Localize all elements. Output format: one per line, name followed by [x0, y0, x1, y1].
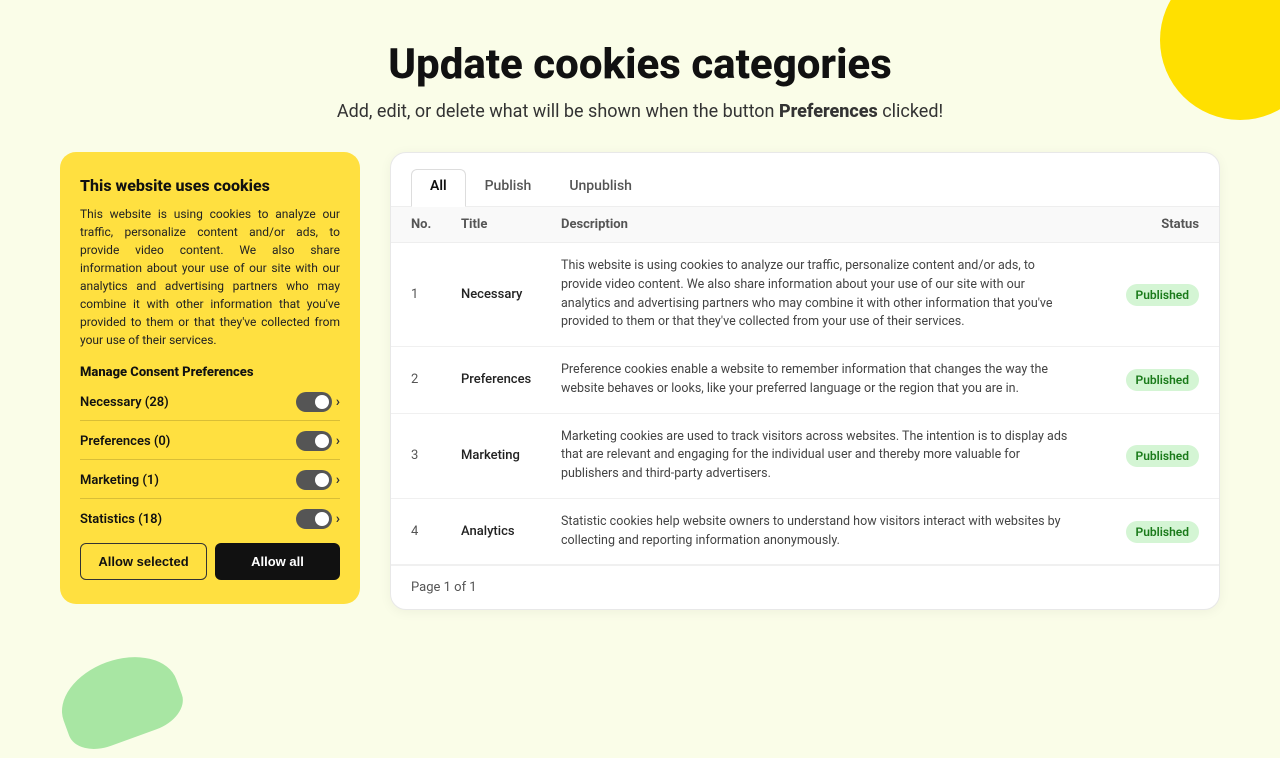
table-header: No. Title Description Status: [391, 207, 1219, 243]
table-footer: Page 1 of 1: [391, 565, 1219, 609]
cell-title-1: Necessary: [461, 287, 561, 302]
decorative-blob: [50, 642, 190, 758]
subtitle-post: clicked!: [882, 101, 943, 122]
allow-selected-button[interactable]: Allow selected: [80, 543, 207, 580]
tab-unpublish[interactable]: Unpublish: [550, 169, 651, 207]
chevron-right-preferences[interactable]: ›: [336, 433, 340, 449]
consent-label-statistics: Statistics (18): [80, 512, 162, 527]
cell-title-2: Preferences: [461, 372, 561, 387]
toggle-necessary[interactable]: [296, 392, 332, 412]
consent-label-necessary: Necessary (28): [80, 395, 169, 410]
cell-no-2: 2: [411, 372, 461, 387]
cookie-consent-card: This website uses cookies This website i…: [60, 152, 360, 604]
cell-desc-4: Statistic cookies help website owners to…: [561, 513, 1079, 551]
consent-row-statistics: Statistics (18) ›: [80, 509, 340, 529]
consent-row-preferences: Preferences (0) ›: [80, 431, 340, 451]
cell-desc-2: Preference cookies enable a website to r…: [561, 361, 1079, 399]
cell-no-4: 4: [411, 524, 461, 539]
pagination-text: Page 1 of 1: [411, 580, 477, 595]
tab-publish[interactable]: Publish: [466, 169, 551, 207]
consent-label-marketing: Marketing (1): [80, 473, 159, 488]
subtitle-pre: Add, edit, or delete what will be shown …: [337, 101, 775, 122]
table-row: 4 Analytics Statistic cookies help websi…: [391, 499, 1219, 566]
cell-desc-3: Marketing cookies are used to track visi…: [561, 428, 1079, 484]
divider-1: [80, 420, 340, 421]
consent-label-preferences: Preferences (0): [80, 434, 170, 449]
cookie-card-description: This website is using cookies to analyze…: [80, 205, 340, 349]
status-badge-3: Published: [1126, 445, 1199, 467]
table-row: 1 Necessary This website is using cookie…: [391, 243, 1219, 347]
col-header-title: Title: [461, 217, 561, 232]
page-subtitle: Add, edit, or delete what will be shown …: [60, 101, 1220, 122]
chevron-right-necessary[interactable]: ›: [336, 394, 340, 410]
cell-title-3: Marketing: [461, 448, 561, 463]
consent-controls-preferences[interactable]: ›: [296, 431, 340, 451]
chevron-right-marketing[interactable]: ›: [336, 472, 340, 488]
cookie-buttons: Allow selected Allow all: [80, 543, 340, 580]
cell-desc-1: This website is using cookies to analyze…: [561, 257, 1079, 332]
cell-no-1: 1: [411, 287, 461, 302]
col-header-description: Description: [561, 217, 1079, 232]
status-badge-4: Published: [1126, 521, 1199, 543]
table-row: 2 Preferences Preference cookies enable …: [391, 347, 1219, 414]
consent-controls-statistics[interactable]: ›: [296, 509, 340, 529]
manage-consent-label: Manage Consent Preferences: [80, 365, 340, 380]
table-row: 3 Marketing Marketing cookies are used t…: [391, 414, 1219, 499]
main-content: This website uses cookies This website i…: [60, 152, 1220, 610]
cell-status-1: Published: [1079, 284, 1199, 306]
cookie-card-title: This website uses cookies: [80, 176, 340, 195]
tab-bar: All Publish Unpublish: [391, 153, 1219, 207]
status-badge-2: Published: [1126, 369, 1199, 391]
page-title: Update cookies categories: [60, 40, 1220, 89]
divider-2: [80, 459, 340, 460]
cell-title-4: Analytics: [461, 524, 561, 539]
toggle-preferences[interactable]: [296, 431, 332, 451]
toggle-marketing[interactable]: [296, 470, 332, 490]
cell-no-3: 3: [411, 448, 461, 463]
cell-status-2: Published: [1079, 369, 1199, 391]
col-header-no: No.: [411, 217, 461, 232]
subtitle-bold: Preferences: [779, 101, 878, 122]
cell-status-4: Published: [1079, 521, 1199, 543]
consent-row-marketing: Marketing (1) ›: [80, 470, 340, 490]
col-header-status: Status: [1079, 217, 1199, 232]
categories-table-card: All Publish Unpublish No. Title Descript…: [390, 152, 1220, 610]
page-header: Update cookies categories Add, edit, or …: [60, 40, 1220, 122]
allow-all-button[interactable]: Allow all: [215, 543, 340, 580]
consent-controls-necessary[interactable]: ›: [296, 392, 340, 412]
status-badge-1: Published: [1126, 284, 1199, 306]
chevron-right-statistics[interactable]: ›: [336, 511, 340, 527]
divider-3: [80, 498, 340, 499]
toggle-statistics[interactable]: [296, 509, 332, 529]
cell-status-3: Published: [1079, 445, 1199, 467]
consent-row-necessary: Necessary (28) ›: [80, 392, 340, 412]
tab-all[interactable]: All: [411, 169, 466, 207]
consent-controls-marketing[interactable]: ›: [296, 470, 340, 490]
